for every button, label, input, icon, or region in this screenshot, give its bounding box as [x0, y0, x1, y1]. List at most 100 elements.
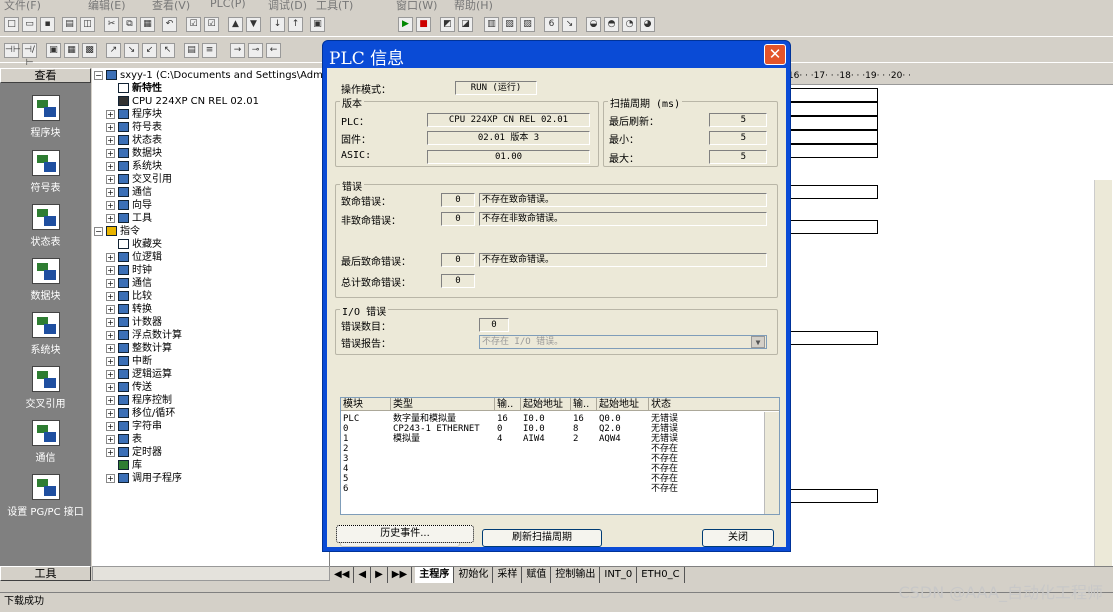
coil-icon[interactable]: →: [230, 43, 245, 58]
status-chart-icon[interactable]: ▥: [484, 17, 499, 32]
tree-item[interactable]: + 符号表: [106, 122, 162, 134]
line-up-icon[interactable]: ↗: [106, 43, 121, 58]
trend-icon[interactable]: ◪: [458, 17, 473, 32]
tree-item[interactable]: + 状态表: [106, 135, 162, 147]
expand-icon[interactable]: +: [106, 304, 115, 314]
expand-icon[interactable]: +: [106, 265, 115, 275]
col-type[interactable]: 类型: [391, 398, 495, 411]
tree-item[interactable]: + 计数器: [106, 317, 162, 329]
tab-nav-first[interactable]: ◀◀: [330, 567, 355, 583]
line-down-icon[interactable]: ↘: [124, 43, 139, 58]
expand-icon[interactable]: +: [106, 447, 115, 457]
tree-item[interactable]: + 通信: [106, 278, 152, 290]
tree-item[interactable]: 新特性: [118, 83, 162, 95]
tree-item[interactable]: CPU 224XP CN REL 02.01: [118, 96, 259, 108]
tree-item[interactable]: + 整数计算: [106, 343, 172, 355]
expand-icon[interactable]: +: [106, 148, 115, 158]
tree-item[interactable]: − 指令: [94, 226, 140, 238]
stop-icon[interactable]: ■: [416, 17, 431, 32]
line-left-icon[interactable]: ↙: [142, 43, 157, 58]
view-program-block[interactable]: 程序块: [0, 95, 91, 139]
tree-item[interactable]: + 系统块: [106, 161, 162, 173]
write-forced-icon[interactable]: ◕: [640, 17, 655, 32]
tree-item[interactable]: + 表: [106, 434, 142, 446]
tree-item[interactable]: + 位逻辑: [106, 252, 162, 264]
contact-no-icon[interactable]: ⊣⊢: [4, 43, 21, 58]
col-output-size[interactable]: 输..: [571, 398, 597, 411]
tree-item[interactable]: 库: [118, 460, 142, 472]
copy-icon[interactable]: ⧉: [122, 17, 137, 32]
read-forced-icon[interactable]: ◔: [622, 17, 637, 32]
view-cross-reference[interactable]: 交叉引用: [0, 366, 91, 410]
menu-help[interactable]: 帮助(H): [454, 0, 493, 13]
expand-icon[interactable]: +: [106, 213, 115, 223]
sort-asc-icon[interactable]: ↓: [270, 17, 285, 32]
expand-icon[interactable]: +: [106, 135, 115, 145]
save-icon[interactable]: ▪: [40, 17, 55, 32]
upload-icon[interactable]: ▲: [228, 17, 243, 32]
expand-icon[interactable]: +: [106, 187, 115, 197]
menu-debug[interactable]: 调试(D): [268, 0, 307, 13]
run-icon[interactable]: ▶: [398, 17, 413, 32]
expand-icon[interactable]: +: [106, 161, 115, 171]
expand-icon[interactable]: +: [106, 369, 115, 379]
col-input-address[interactable]: 起始地址: [521, 398, 571, 411]
close-button[interactable]: 关闭: [702, 529, 774, 547]
tree-root[interactable]: − sxyy-1 (C:\Documents and Settings\Admin…: [94, 70, 329, 82]
tree-item[interactable]: + 字符串: [106, 421, 162, 433]
network-box[interactable]: [790, 144, 878, 158]
tree-item[interactable]: + 程序块: [106, 109, 162, 121]
expand-icon[interactable]: +: [106, 408, 115, 418]
network-box[interactable]: [790, 88, 878, 102]
network-box[interactable]: [790, 331, 878, 345]
delete-network-icon[interactable]: ▦: [64, 43, 79, 58]
collapse-icon[interactable]: −: [94, 70, 103, 80]
tree-item[interactable]: 收藏夹: [118, 239, 162, 251]
chevron-down-icon[interactable]: ▼: [751, 336, 765, 348]
network-box[interactable]: [790, 130, 878, 144]
tree-item[interactable]: + 交叉引用: [106, 174, 172, 186]
tab-control-output[interactable]: 控制输出: [551, 567, 601, 583]
expand-icon[interactable]: +: [106, 252, 115, 262]
single-read-icon[interactable]: ▧: [502, 17, 517, 32]
tab-sample[interactable]: 采样: [493, 567, 523, 583]
menu-view[interactable]: 查看(V): [152, 0, 190, 13]
expand-icon[interactable]: +: [106, 109, 115, 119]
expand-icon[interactable]: +: [106, 200, 115, 210]
expand-icon[interactable]: +: [106, 330, 115, 340]
tree-item[interactable]: + 转换: [106, 304, 152, 316]
compile-icon[interactable]: ☑: [186, 17, 201, 32]
print-icon[interactable]: ▤: [62, 17, 77, 32]
grid-icon[interactable]: ▩: [82, 43, 97, 58]
tree-item[interactable]: + 时钟: [106, 265, 152, 277]
view-set-pgpc[interactable]: 设置 PG/PC 接口: [0, 474, 91, 518]
network-box[interactable]: [790, 116, 878, 130]
tree-item[interactable]: + 中断: [106, 356, 152, 368]
expand-icon[interactable]: +: [106, 395, 115, 405]
expand-icon[interactable]: +: [106, 278, 115, 288]
tree-item[interactable]: + 向导: [106, 200, 152, 212]
refresh-scan-button[interactable]: 刷新扫描周期: [482, 529, 602, 547]
expand-icon[interactable]: +: [106, 174, 115, 184]
network-box[interactable]: [790, 489, 878, 503]
history-events-button[interactable]: 历史事件...: [336, 525, 474, 543]
tree-horizontal-scrollbar[interactable]: [92, 566, 330, 581]
tab-eth0[interactable]: ETH0_C: [637, 567, 685, 583]
view-data-block[interactable]: 数据块: [0, 258, 91, 302]
menu-window[interactable]: 窗口(W): [396, 0, 437, 13]
new-icon[interactable]: □: [4, 17, 19, 32]
unlock-icon[interactable]: ◓: [604, 17, 619, 32]
view-system-block[interactable]: 系统块: [0, 312, 91, 356]
expand-icon[interactable]: +: [106, 317, 115, 327]
symbol-table-icon[interactable]: ▤: [184, 43, 199, 58]
table-vertical-scrollbar[interactable]: [764, 412, 779, 514]
expand-icon[interactable]: +: [106, 343, 115, 353]
collapse-icon[interactable]: −: [94, 226, 103, 236]
menu-plc[interactable]: PLC(P): [210, 0, 246, 10]
tree-item[interactable]: + 浮点数计算: [106, 330, 182, 342]
symbol-addressing-icon[interactable]: ≡: [202, 43, 217, 58]
tree-item[interactable]: + 传送: [106, 382, 152, 394]
tab-int0[interactable]: INT_0: [600, 567, 638, 583]
expand-icon[interactable]: +: [106, 421, 115, 431]
sort-desc-icon[interactable]: ↑: [288, 17, 303, 32]
